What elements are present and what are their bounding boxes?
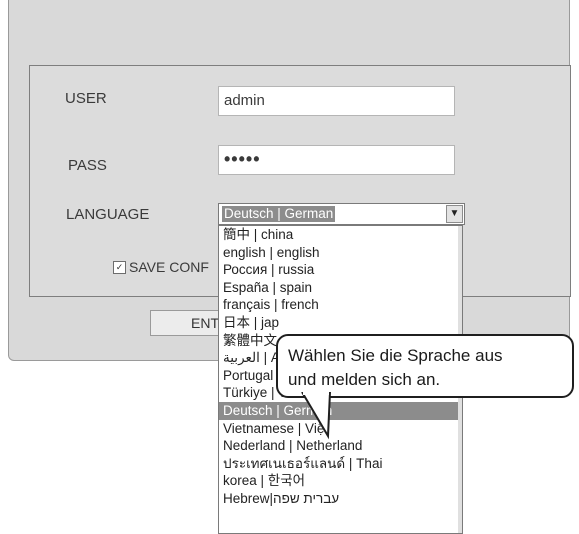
language-option[interactable]: 日本 | jap xyxy=(219,314,462,332)
chevron-down-icon[interactable]: ▼ xyxy=(446,205,463,223)
language-option[interactable]: Россия | russia xyxy=(219,261,462,279)
instruction-callout: Wählen Sie die Sprache aus und melden si… xyxy=(276,334,574,398)
callout-line-2: und melden sich an. xyxy=(288,370,441,389)
language-option[interactable]: korea | 한국어 xyxy=(219,472,462,490)
language-selected-value: Deutsch | German xyxy=(222,206,336,222)
user-label: USER xyxy=(65,90,107,107)
language-label: LANGUAGE xyxy=(66,206,150,223)
language-option[interactable]: 簡中 | china xyxy=(219,226,462,244)
user-input[interactable]: admin xyxy=(218,86,455,116)
language-option[interactable]: España | spain xyxy=(219,279,462,297)
save-conf-checkbox[interactable]: ✓ xyxy=(113,260,126,274)
pass-label: PASS xyxy=(68,157,107,174)
language-option[interactable]: english | english xyxy=(219,244,462,262)
password-input[interactable]: ••••• xyxy=(218,145,455,175)
language-option[interactable]: français | french xyxy=(219,296,462,314)
language-select[interactable]: Deutsch | German ▼ xyxy=(218,203,465,225)
language-option[interactable]: Hebrew|עברית שפה xyxy=(219,490,462,508)
callout-line-1: Wählen Sie die Sprache aus xyxy=(288,346,503,365)
language-option[interactable]: ประเทศเนเธอร์แลนด์ | Thai xyxy=(219,455,462,473)
save-conf-label: SAVE CONF xyxy=(129,259,209,275)
save-conf-option[interactable]: ✓ SAVE CONF xyxy=(113,259,209,275)
callout-pointer xyxy=(301,392,331,440)
